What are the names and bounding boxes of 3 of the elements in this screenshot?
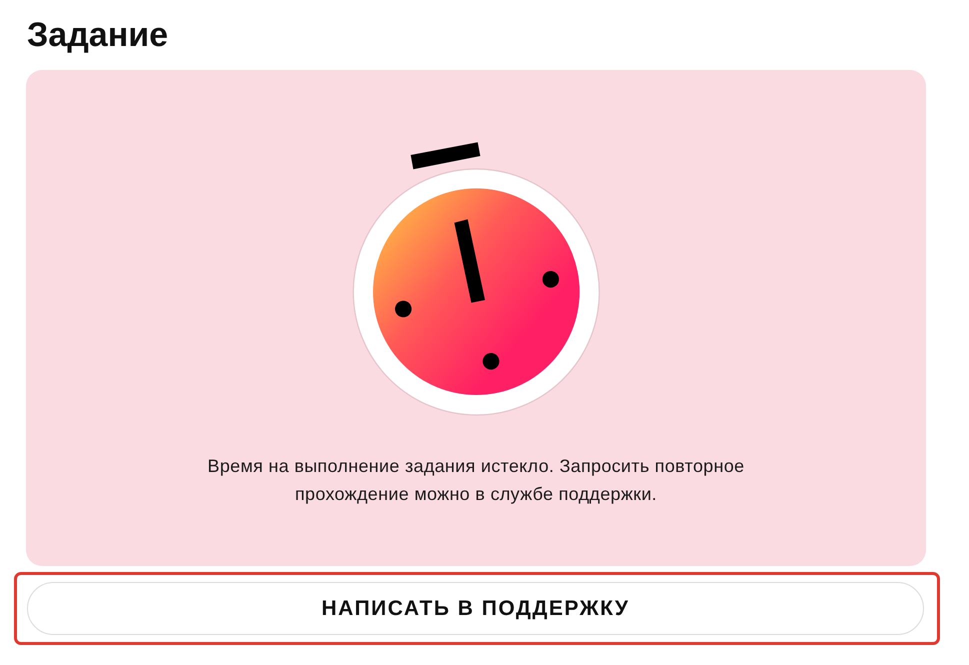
write-support-button[interactable]: НАПИСАТЬ В ПОДДЕРЖКУ	[27, 582, 924, 635]
timeout-message: Время на выполнение задания истекло. Запросить повторное прохождение можно в службе поддержки.	[206, 455, 746, 506]
page-title: Задание	[27, 15, 168, 55]
